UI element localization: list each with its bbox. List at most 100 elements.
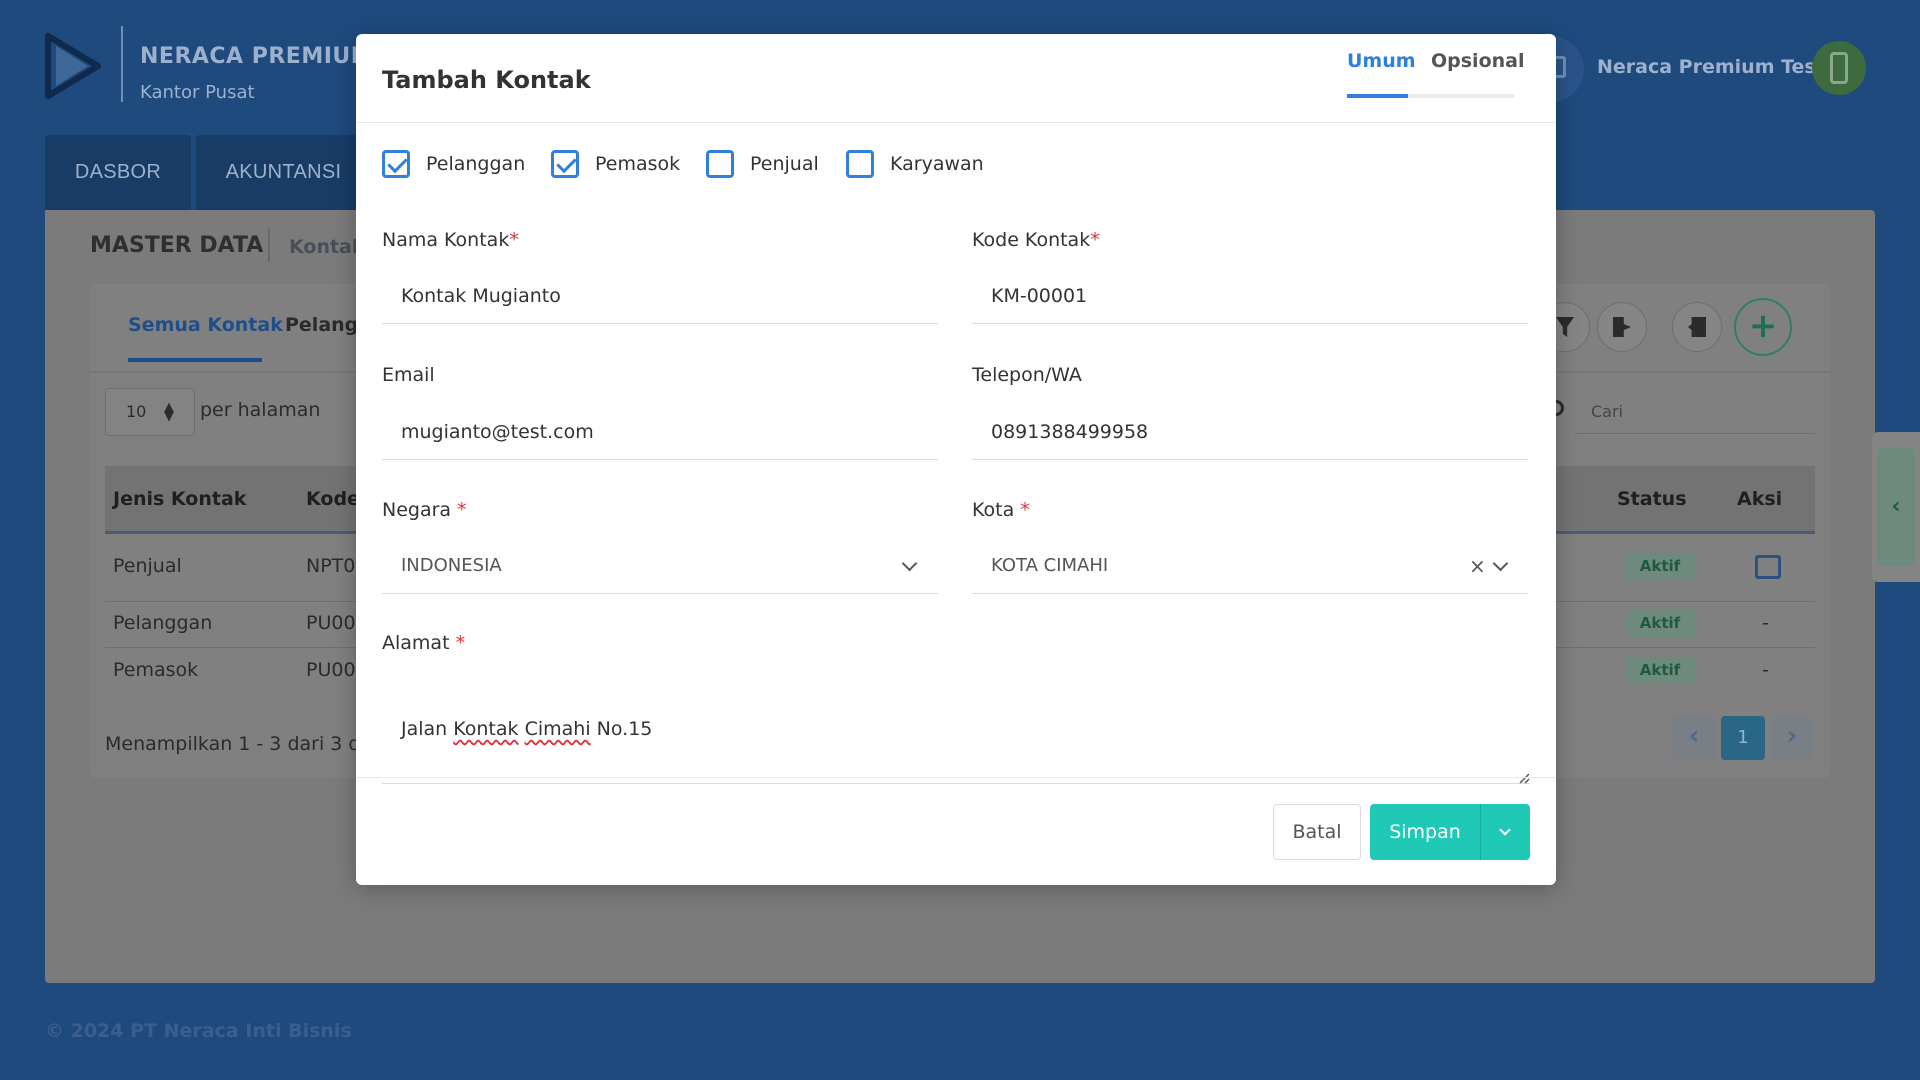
- breadcrumb-divider: [268, 228, 270, 262]
- negara-label: Negara *: [382, 499, 467, 521]
- field-label-text: Alamat: [382, 632, 450, 654]
- save-button[interactable]: Simpan: [1370, 804, 1480, 860]
- alamat-text-spellcheck: Cimahi: [524, 718, 591, 740]
- mobile-icon: [1830, 52, 1848, 84]
- tab-umum[interactable]: Umum: [1347, 50, 1416, 72]
- user-name[interactable]: Neraca Premium Test: [1597, 56, 1825, 78]
- modal-title: Tambah Kontak: [382, 66, 591, 94]
- edit-icon[interactable]: [1755, 555, 1781, 579]
- chevron-down-icon[interactable]: [901, 555, 918, 572]
- filter-icon: [1556, 317, 1574, 337]
- negara-selected-value: INDONESIA: [401, 555, 502, 576]
- status-badge: Aktif: [1625, 553, 1695, 580]
- table-cell-jenis: Penjual: [113, 555, 182, 577]
- clear-icon[interactable]: ×: [1469, 538, 1486, 594]
- checkbox-checked-icon[interactable]: [551, 150, 579, 178]
- table-cell-kode: PU00: [306, 612, 356, 634]
- cancel-button[interactable]: Batal: [1273, 804, 1361, 860]
- table-cell-jenis: Pelanggan: [113, 612, 213, 634]
- alamat-textarea[interactable]: Jalan Kontak Cimahi No.15: [382, 694, 1530, 784]
- chevron-left-icon[interactable]: ‹: [1877, 448, 1915, 566]
- table-cell-aksi: -: [1762, 612, 1769, 634]
- table-cell-jenis: Pemasok: [113, 659, 199, 681]
- brand-logo-icon[interactable]: [44, 32, 102, 100]
- checkbox-label: Pemasok: [595, 153, 681, 175]
- plus-icon: +: [1748, 306, 1778, 346]
- chevron-down-icon: [1499, 824, 1511, 836]
- tab-opsional[interactable]: Opsional: [1431, 50, 1525, 72]
- checkbox-pelanggan[interactable]: Pelanggan: [382, 150, 525, 178]
- tab-semua-kontak[interactable]: Semua Kontak: [128, 314, 283, 336]
- kode-kontak-label: Kode Kontak*: [972, 229, 1100, 251]
- add-contact-modal: Tambah Kontak Umum Opsional Pelanggan Pe…: [356, 34, 1556, 885]
- next-page-button[interactable]: ›: [1770, 716, 1814, 760]
- modal-header-divider: [356, 122, 1556, 123]
- logo-divider: [121, 26, 123, 102]
- table-cell-kode: PU00: [306, 659, 356, 681]
- import-icon: [1688, 317, 1706, 337]
- per-page-value: 10: [126, 402, 147, 421]
- kode-kontak-input[interactable]: [972, 268, 1528, 324]
- required-mark: *: [451, 499, 467, 521]
- required-mark: *: [509, 229, 519, 251]
- save-options-button[interactable]: [1480, 804, 1530, 860]
- column-header-kode[interactable]: Kode: [306, 488, 360, 510]
- checkbox-penjual[interactable]: Penjual: [706, 150, 819, 178]
- nav-tab-dasbor[interactable]: DASBOR: [45, 135, 191, 210]
- import-button[interactable]: [1672, 302, 1722, 352]
- tab-active-indicator: [128, 358, 262, 362]
- negara-select[interactable]: INDONESIA: [382, 538, 938, 594]
- brand-subtitle: Kantor Pusat: [140, 82, 255, 103]
- table-cell-aksi: -: [1762, 659, 1769, 681]
- breadcrumb-item-kontak[interactable]: Kontak: [289, 236, 365, 258]
- sort-arrows-icon: ▲ ▼: [164, 400, 174, 424]
- column-header-status[interactable]: Status: [1617, 488, 1687, 510]
- chevron-left-icon: ‹: [1688, 721, 1700, 751]
- modal-footer-divider: [356, 777, 1556, 778]
- field-label-text: Negara: [382, 499, 452, 521]
- email-input[interactable]: [382, 404, 938, 460]
- field-label-text: Kota: [972, 499, 1015, 521]
- nama-kontak-label: Nama Kontak*: [382, 229, 519, 251]
- pagination-summary: Menampilkan 1 - 3 dari 3 data: [105, 733, 392, 755]
- kota-selected-value: KOTA CIMAHI: [991, 555, 1109, 576]
- table-cell-kode: NPT0: [306, 555, 356, 577]
- copyright-text: © 2024 PT Neraca Inti Bisnis: [45, 1020, 352, 1042]
- nama-kontak-input[interactable]: [382, 268, 938, 324]
- required-mark: *: [1014, 499, 1030, 521]
- page-title: MASTER DATA: [90, 233, 264, 258]
- prev-page-button[interactable]: ‹: [1672, 716, 1716, 760]
- column-header-aksi: Aksi: [1737, 488, 1783, 510]
- search-input[interactable]: [1575, 390, 1815, 434]
- telepon-label: Telepon/WA: [972, 364, 1082, 386]
- kota-label: Kota *: [972, 499, 1030, 521]
- nav-tab-akuntansi[interactable]: AKUNTANSI: [196, 135, 371, 210]
- alamat-text: No.15: [590, 718, 653, 740]
- kota-select[interactable]: KOTA CIMAHI ×: [972, 538, 1528, 594]
- required-mark: *: [1090, 229, 1100, 251]
- checkbox-pemasok[interactable]: Pemasok: [551, 150, 680, 178]
- export-icon: [1613, 317, 1631, 337]
- field-label-text: Nama Kontak: [382, 229, 510, 251]
- email-label: Email: [382, 364, 435, 386]
- tab-active-indicator: [1347, 94, 1408, 98]
- page-button-current[interactable]: 1: [1721, 716, 1765, 760]
- alamat-text: Jalan: [401, 718, 454, 740]
- alamat-text-spellcheck: Kontak: [453, 718, 519, 740]
- per-page-select[interactable]: 10 ▲ ▼: [105, 388, 195, 436]
- checkbox-label: Penjual: [750, 153, 819, 175]
- checkbox-unchecked-icon[interactable]: [706, 150, 734, 178]
- add-contact-button[interactable]: +: [1734, 298, 1792, 356]
- checkbox-unchecked-icon[interactable]: [846, 150, 874, 178]
- checkbox-label: Pelanggan: [426, 153, 526, 175]
- telepon-input[interactable]: [972, 404, 1528, 460]
- checkbox-karyawan[interactable]: Karyawan: [846, 150, 984, 178]
- chevron-right-icon: ›: [1786, 721, 1798, 751]
- export-button[interactable]: [1597, 302, 1647, 352]
- column-header-jenis[interactable]: Jenis Kontak: [113, 488, 246, 510]
- checkbox-checked-icon[interactable]: [382, 150, 410, 178]
- checkbox-label: Karyawan: [890, 153, 984, 175]
- chevron-down-icon[interactable]: [1492, 555, 1509, 572]
- resize-handle-icon[interactable]: [1518, 772, 1530, 784]
- required-mark: *: [449, 632, 466, 654]
